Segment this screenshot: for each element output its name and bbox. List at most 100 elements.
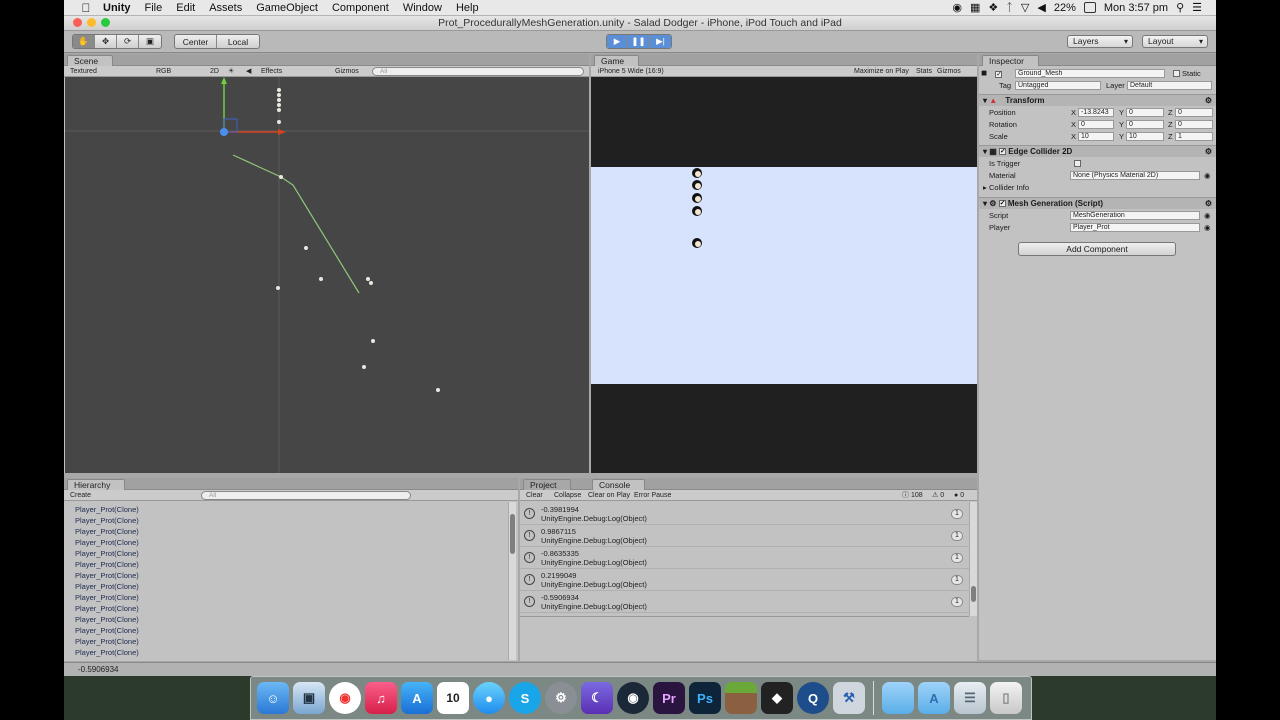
game-viewport[interactable] (591, 77, 977, 473)
hierarchy-item[interactable]: Player_Prot(Clone) (75, 625, 505, 636)
add-component-button[interactable]: Add Component (1018, 242, 1176, 256)
game-gizmos-dropdown[interactable]: Gizmos (937, 67, 961, 76)
mesh-generation-settings-icon[interactable]: ⚙ (1205, 198, 1212, 209)
transform-header[interactable]: ▾ ▲ Transform ⚙ (979, 94, 1216, 106)
console-error-pause-button[interactable]: Error Pause (634, 491, 671, 500)
object-name-field[interactable]: Ground_Mesh (1015, 69, 1165, 78)
tab-console[interactable]: Console (592, 479, 646, 490)
menu-window[interactable]: Window (396, 2, 449, 14)
console-scroll-thumb[interactable] (971, 586, 976, 602)
console-log-entry[interactable]: ! -0.5906934 UnityEngine.Debug:Log(Object)… (520, 591, 969, 613)
app-store-icon[interactable]: A (401, 682, 433, 714)
transform-settings-icon[interactable]: ⚙ (1205, 95, 1212, 106)
render-mode-dropdown[interactable]: RGB (156, 67, 208, 76)
console-clear-on-play-button[interactable]: Clear on Play (588, 491, 630, 500)
menu-gameobject[interactable]: GameObject (249, 2, 325, 14)
finder-icon[interactable]: ☺ (257, 682, 289, 714)
adobe-icon[interactable]: ▦ (970, 1, 980, 14)
mesh-generation-enabled-checkbox[interactable] (998, 198, 1006, 209)
is-trigger-checkbox[interactable] (1074, 160, 1081, 167)
hierarchy-item[interactable]: Player_Prot(Clone) (75, 504, 505, 515)
documents-folder-icon[interactable]: ☰ (954, 682, 986, 714)
layer-dropdown[interactable]: Default (1127, 81, 1212, 90)
trash-icon[interactable]: ▯ (990, 682, 1022, 714)
static-checkbox[interactable] (1173, 70, 1180, 77)
hierarchy-search-input[interactable]: All (201, 491, 411, 500)
material-picker-icon[interactable]: ◉ (1204, 170, 1211, 181)
console-log-entry[interactable]: ! 0.2199049 UnityEngine.Debug:Log(Object) 1 (520, 569, 969, 591)
play-button[interactable]: ▶ (607, 35, 629, 48)
menu-component[interactable]: Component (325, 2, 396, 14)
pivot-gizmo[interactable] (220, 128, 228, 136)
hierarchy-item[interactable]: Player_Prot(Clone) (75, 515, 505, 526)
material-field[interactable]: None (Physics Material 2D) (1070, 171, 1200, 180)
premiere-icon[interactable]: Pr (653, 682, 685, 714)
apple-menu-icon[interactable]:  (76, 1, 96, 15)
edge-collider-enabled-checkbox[interactable] (999, 146, 1007, 157)
pause-button[interactable]: ❚❚ (628, 35, 651, 48)
rotation-y-field[interactable]: 0 (1126, 120, 1164, 129)
volume-icon[interactable]: ◀ (1037, 1, 1045, 14)
preview-icon[interactable]: ▣ (293, 682, 325, 714)
layers-dropdown[interactable]: Layers (1067, 35, 1133, 48)
hierarchy-item[interactable]: Player_Prot(Clone) (75, 570, 505, 581)
itunes-icon[interactable]: ♫ (365, 682, 397, 714)
hierarchy-item[interactable]: Player_Prot(Clone) (75, 636, 505, 647)
minimize-window-button[interactable] (87, 18, 96, 27)
record-icon[interactable]: ◉ (952, 1, 962, 14)
effects-dropdown[interactable]: Effects (261, 67, 291, 76)
tab-inspector[interactable]: Inspector (982, 55, 1039, 66)
quicktime-icon[interactable]: Q (797, 682, 829, 714)
calendar-icon[interactable]: 10 (437, 682, 469, 714)
player-field[interactable]: Player_Prot (1070, 223, 1200, 232)
menu-file[interactable]: File (138, 2, 170, 14)
console-scrollbar[interactable] (969, 502, 977, 616)
hierarchy-item[interactable]: Player_Prot(Clone) (75, 603, 505, 614)
unity-icon[interactable]: ◆ (761, 682, 793, 714)
system-preferences-icon[interactable]: ⚙ (545, 682, 577, 714)
scene-viewport[interactable] (65, 77, 589, 473)
photoshop-icon[interactable]: Ps (689, 682, 721, 714)
spotlight-icon[interactable]: ⚲ (1176, 1, 1184, 14)
maximize-on-play-toggle[interactable]: Maximize on Play (854, 67, 909, 76)
aspect-dropdown[interactable]: iPhone 5 Wide (16:9) (598, 67, 702, 76)
hierarchy-create-dropdown[interactable]: Create (70, 491, 91, 500)
console-clear-button[interactable]: Clear (526, 491, 543, 500)
hierarchy-item[interactable]: Player_Prot(Clone) (75, 581, 505, 592)
folder-icon[interactable] (882, 682, 914, 714)
notification-center-icon[interactable]: ☰ (1192, 1, 1202, 14)
hierarchy-item[interactable]: Player_Prot(Clone) (75, 614, 505, 625)
skype-icon[interactable]: S (509, 682, 541, 714)
lighting-icon[interactable]: ☀ (228, 67, 234, 76)
error-count-toggle[interactable]: ● 0 (954, 491, 964, 500)
hierarchy-item[interactable]: Player_Prot(Clone) (75, 647, 505, 658)
menu-help[interactable]: Help (449, 2, 486, 14)
script-picker-icon[interactable]: ◉ (1204, 210, 1211, 221)
tab-scene[interactable]: Scene (67, 55, 114, 66)
audio-icon[interactable]: ◀ (246, 67, 251, 76)
wifi-icon[interactable]: ▽ (1021, 1, 1029, 14)
console-collapse-button[interactable]: Collapse (554, 491, 581, 500)
hierarchy-item[interactable]: Player_Prot(Clone) (75, 526, 505, 537)
script-field[interactable]: MeshGeneration (1070, 211, 1200, 220)
zoom-window-button[interactable] (101, 18, 110, 27)
player-picker-icon[interactable]: ◉ (1204, 222, 1211, 233)
clock[interactable]: Mon 3:57 pm (1104, 2, 1168, 14)
layout-dropdown[interactable]: Layout (1142, 35, 1208, 48)
collider-info-label[interactable]: Collider Info (989, 182, 1029, 193)
tab-hierarchy[interactable]: Hierarchy (67, 479, 126, 490)
hierarchy-scrollbar[interactable] (508, 502, 516, 660)
active-checkbox[interactable] (995, 69, 1003, 80)
close-window-button[interactable] (73, 18, 82, 27)
dropbox-icon[interactable]: ❖ (988, 1, 998, 14)
scale-tool-icon[interactable]: ▣ (139, 35, 161, 48)
scale-z-field[interactable]: 1 (1175, 132, 1213, 141)
rotate-tool-icon[interactable]: ⟳ (117, 35, 139, 48)
collider-info-foldout-icon[interactable]: ▸ (983, 182, 987, 193)
mesh-generation-header[interactable]: ▾ ⚙ Mesh Generation (Script) ⚙ (979, 197, 1216, 209)
2d-toggle[interactable]: 2D (210, 67, 224, 76)
position-x-field[interactable]: -13.8243 (1078, 108, 1114, 117)
hierarchy-item[interactable]: Player_Prot(Clone) (75, 592, 505, 603)
scene-gizmos-dropdown[interactable]: Gizmos (335, 67, 365, 76)
menu-edit[interactable]: Edit (169, 2, 202, 14)
